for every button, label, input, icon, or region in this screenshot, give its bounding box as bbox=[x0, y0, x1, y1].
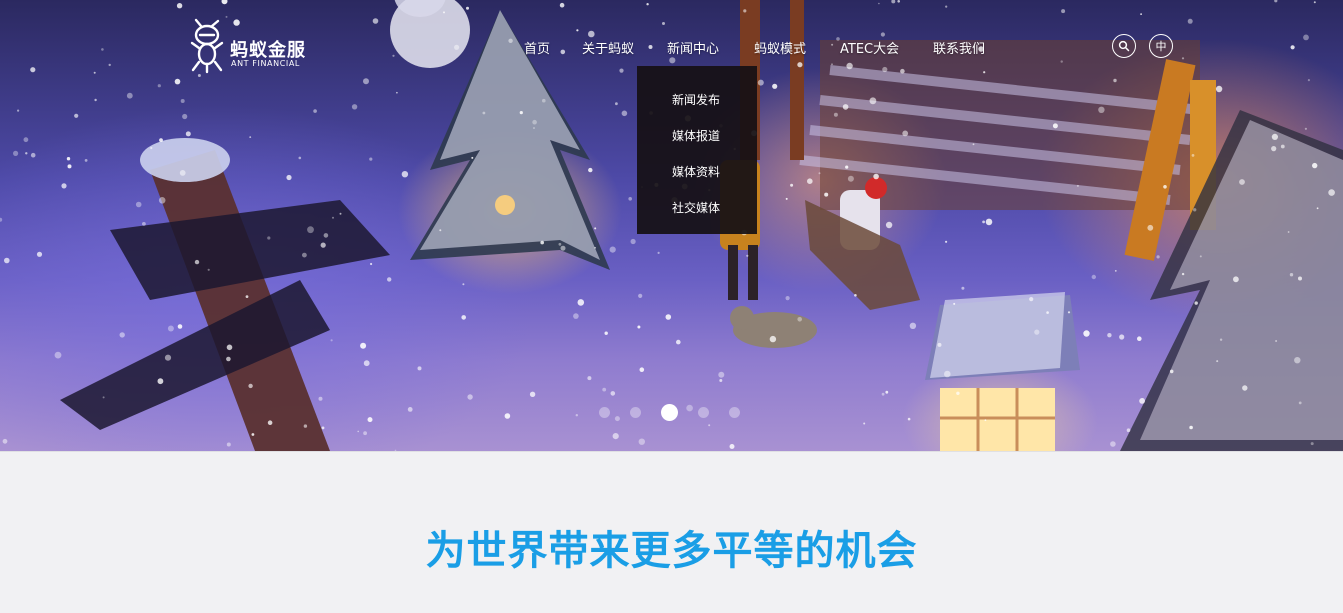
nav-item-about[interactable]: 关于蚂蚁 bbox=[582, 38, 634, 57]
mission-section: 为世界带来更多平等的机会 bbox=[0, 451, 1343, 613]
nav-item-atec[interactable]: ATEC大会 bbox=[840, 38, 899, 57]
ant-logo-icon bbox=[190, 18, 224, 74]
news-dropdown-menu: 新闻发布 媒体报道 媒体资料 社交媒体 bbox=[637, 66, 757, 234]
dropdown-item-social-media[interactable]: 社交媒体 bbox=[672, 199, 720, 216]
carousel-dot[interactable] bbox=[729, 407, 740, 418]
search-button[interactable] bbox=[1112, 34, 1136, 58]
dropdown-item-media-coverage[interactable]: 媒体报道 bbox=[672, 127, 720, 144]
nav-item-model[interactable]: 蚂蚁模式 bbox=[754, 38, 806, 57]
dropdown-item-media-kit[interactable]: 媒体资料 bbox=[672, 163, 720, 180]
hero-banner: 蚂蚁金服 ANT FINANCIAL 首页 关于蚂蚁 新闻中心 蚂蚁模式 ATE… bbox=[0, 0, 1343, 451]
carousel-dot[interactable] bbox=[630, 407, 641, 418]
nav-item-contact[interactable]: 联系我们 bbox=[933, 38, 985, 57]
brand-subtitle: ANT FINANCIAL bbox=[231, 59, 300, 68]
brand-logo[interactable]: 蚂蚁金服 ANT FINANCIAL bbox=[190, 18, 320, 78]
nav-item-news[interactable]: 新闻中心 bbox=[667, 38, 719, 57]
mission-slogan: 为世界带来更多平等的机会 bbox=[425, 528, 918, 574]
language-switch-button[interactable]: 中 bbox=[1149, 34, 1173, 58]
search-icon bbox=[1118, 40, 1130, 52]
dropdown-item-press-release[interactable]: 新闻发布 bbox=[672, 91, 720, 108]
language-label: 中 bbox=[1155, 40, 1167, 53]
carousel-dot[interactable] bbox=[698, 407, 709, 418]
carousel-dot-active[interactable] bbox=[661, 404, 678, 421]
nav-item-home[interactable]: 首页 bbox=[524, 38, 550, 57]
carousel-dot[interactable] bbox=[599, 407, 610, 418]
